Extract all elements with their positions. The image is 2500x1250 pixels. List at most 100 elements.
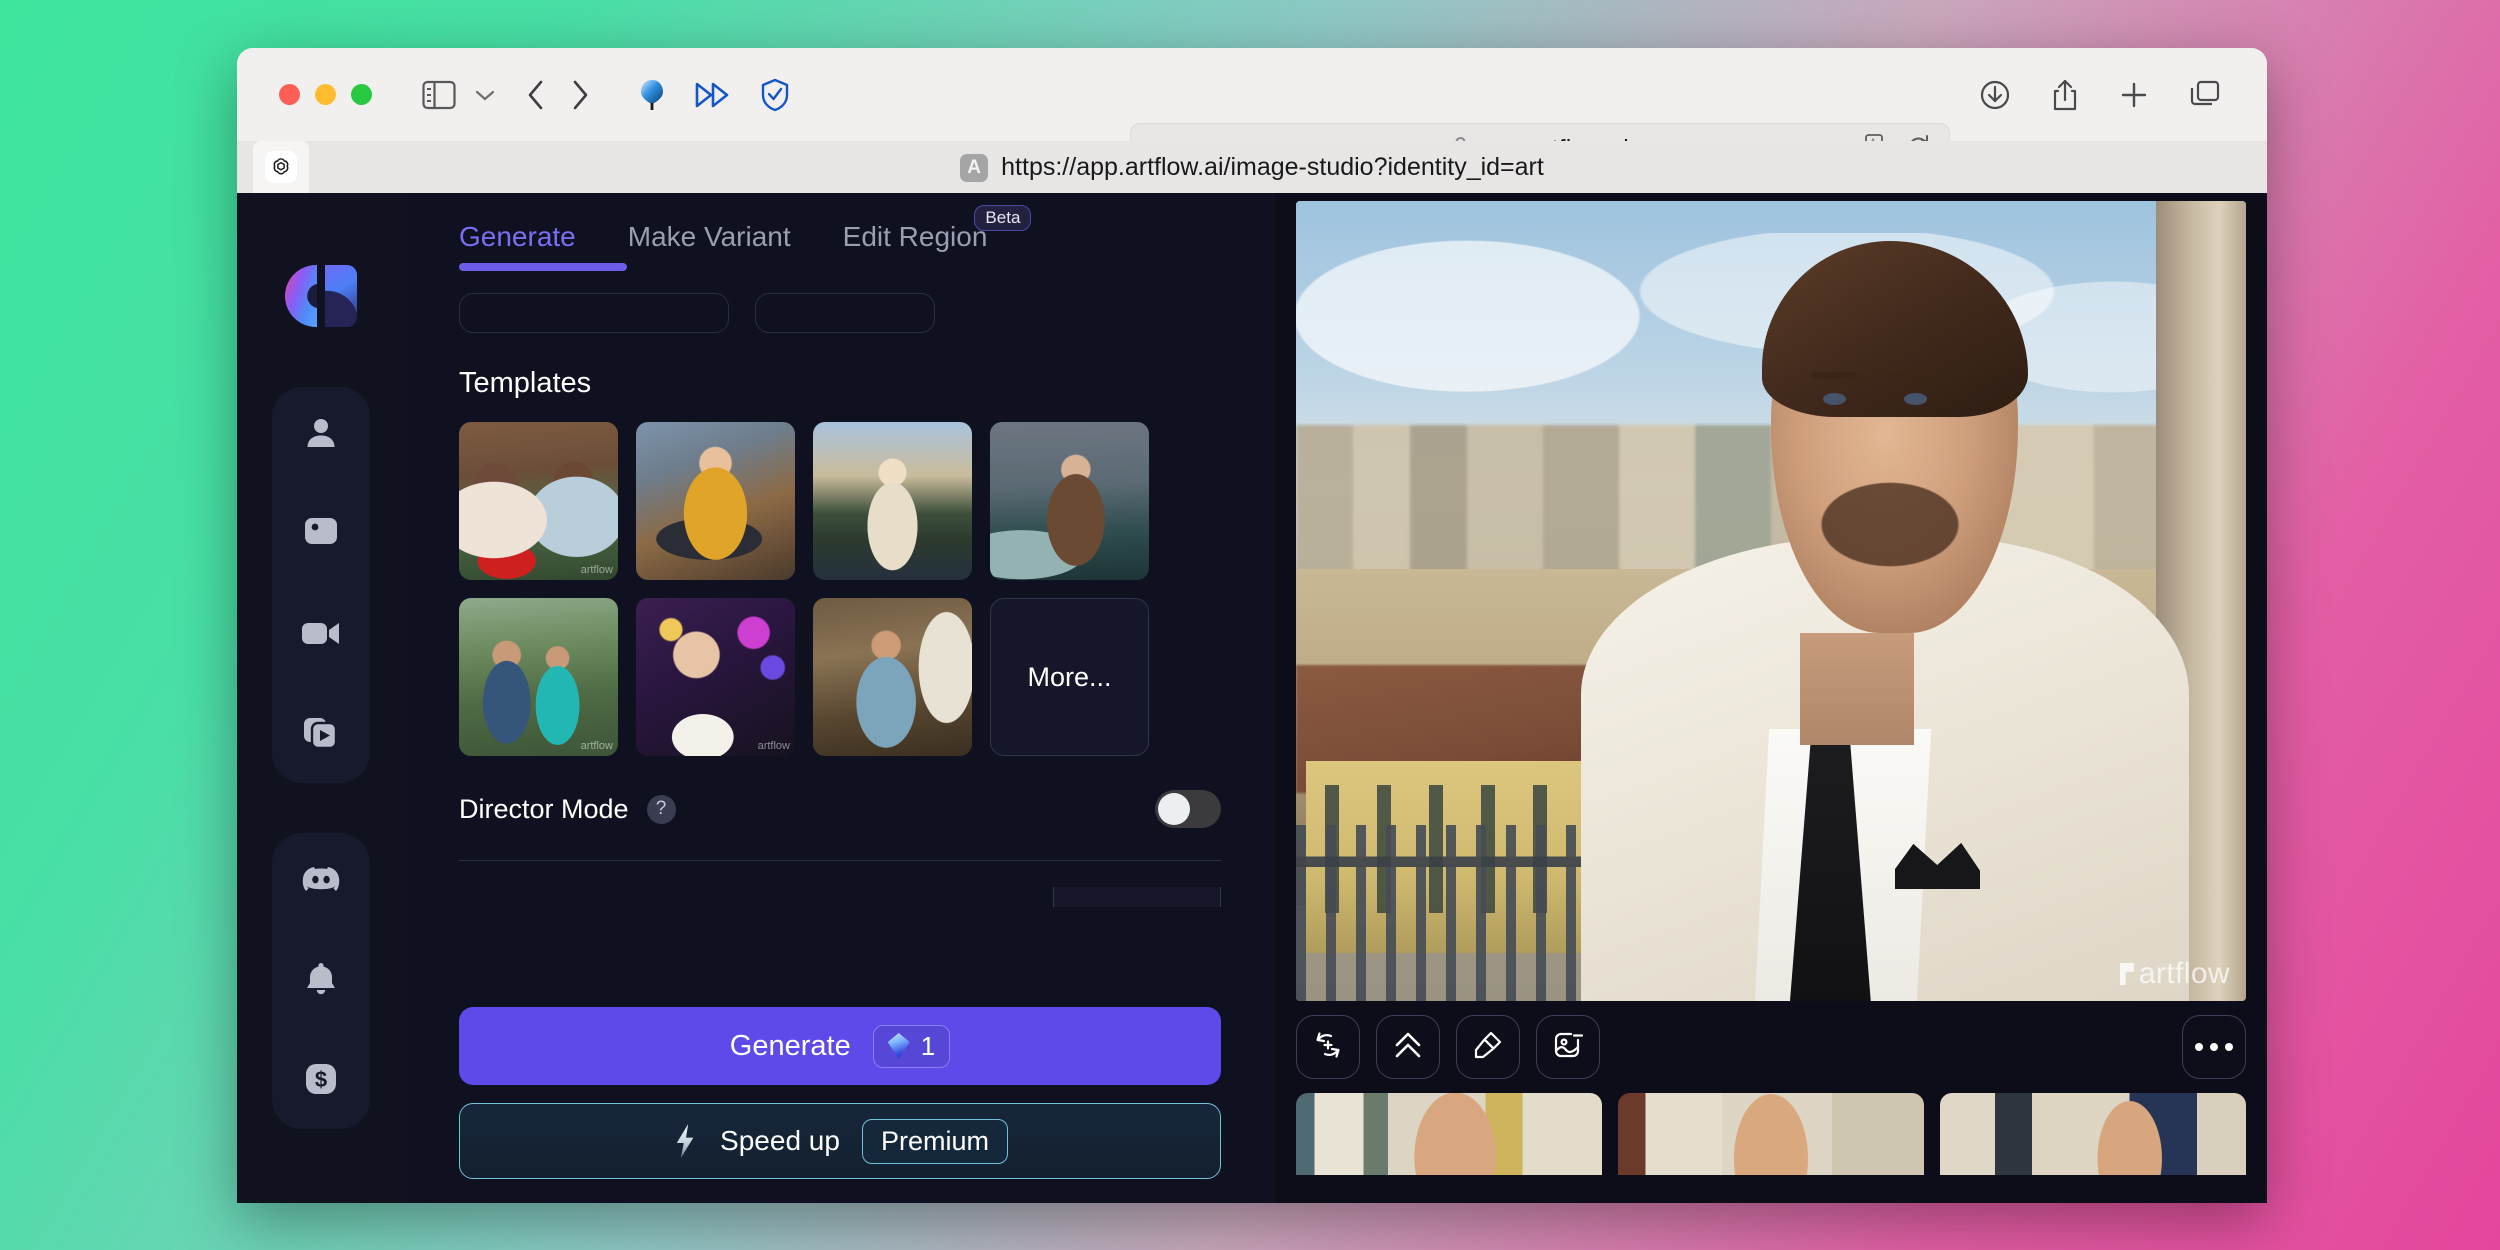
scrolled-field-primary[interactable] (459, 293, 729, 333)
speed-up-label: Speed up (720, 1125, 840, 1156)
obscured-control-row (459, 887, 1221, 907)
hero-watermark: artflow (2119, 957, 2230, 991)
artflow-logo[interactable] (285, 265, 357, 327)
image-minus-icon (1551, 1028, 1585, 1067)
status-url-bar: A https://app.artflow.ai/image-studio?id… (237, 153, 2267, 182)
generate-button[interactable]: Generate 1 (459, 1007, 1221, 1085)
maximize-window-button[interactable] (351, 84, 372, 105)
extension-icons (638, 78, 790, 112)
generation-panel: Generate Make Variant Edit Region Beta T… (405, 193, 1275, 1203)
person-icon (302, 414, 340, 457)
templates-more-button[interactable]: More... (990, 598, 1149, 756)
template-trench-coat-estate[interactable] (813, 422, 972, 580)
variant-thumbnail-3[interactable] (1940, 1093, 2246, 1175)
lightning-bolt-icon (676, 1124, 694, 1158)
image-toolbar (1296, 1015, 2246, 1079)
tab-edit-region-label: Edit Region (842, 221, 988, 252)
hero-right-eye (1904, 393, 1927, 405)
sidebar-secondary-group: $ (272, 833, 370, 1129)
hero-right-eyebrow (1890, 372, 1939, 380)
tab-make-variant-label: Make Variant (627, 221, 791, 252)
templates-heading: Templates (459, 367, 592, 399)
back-arrow-icon[interactable] (526, 79, 546, 111)
logo-left-half (285, 265, 317, 327)
template-artisan-workshop[interactable] (813, 598, 972, 756)
media-stack-icon (301, 714, 341, 757)
openai-favicon (265, 151, 297, 183)
obscured-control-pill[interactable] (1053, 887, 1221, 907)
beta-badge: Beta (974, 205, 1032, 231)
hero-watermark-text: artflow (2138, 957, 2230, 990)
variant-thumbnail-2[interactable] (1618, 1093, 1924, 1175)
speed-up-button[interactable]: Speed up Premium (459, 1103, 1221, 1179)
navigation-arrows (526, 79, 590, 111)
balloon-extension-icon[interactable] (638, 78, 666, 112)
double-chevron-up-icon (1391, 1028, 1425, 1067)
sidebar-item-video[interactable] (293, 607, 349, 663)
shield-check-extension-icon[interactable] (760, 78, 790, 112)
sidebar-item-discord[interactable] (293, 853, 349, 909)
preview-canvas: artflow (1275, 193, 2267, 1203)
more-options-button[interactable] (2182, 1015, 2246, 1079)
scrolled-field-secondary[interactable] (755, 293, 935, 333)
browser-tab[interactable] (253, 141, 309, 193)
template-celebration-champagne[interactable]: artflow (636, 598, 795, 756)
director-mode-label: Director Mode (459, 793, 629, 824)
download-icon[interactable] (1979, 79, 2011, 111)
sidebar-toggle-icon[interactable] (422, 80, 456, 110)
toolbar-right-icons (1979, 48, 2221, 141)
director-mode-row: Director Mode ? (459, 790, 1221, 828)
template-hiking-couple[interactable]: artflow (459, 598, 618, 756)
sidebar-item-images[interactable] (293, 507, 349, 563)
artflow-mark-icon (2119, 963, 2134, 985)
generated-portrait[interactable]: artflow (1296, 201, 2246, 1001)
template-viking-sea[interactable] (990, 422, 1149, 580)
tab-overview-icon[interactable] (2189, 80, 2221, 110)
bell-icon (304, 960, 338, 1003)
image-icon (301, 514, 341, 557)
hero-left-eye (1823, 393, 1847, 405)
remove-background-button[interactable] (1536, 1015, 1600, 1079)
discord-icon (301, 864, 341, 899)
tab-generate-label: Generate (459, 221, 576, 252)
minimize-window-button[interactable] (315, 84, 336, 105)
template-watermark: artflow (757, 740, 790, 752)
templates-grid: artflow artflow artflow More... (459, 422, 1221, 756)
hero-left-eyebrow (1810, 372, 1859, 380)
chevron-down-icon[interactable] (474, 88, 496, 102)
tab-make-variant[interactable]: Make Variant (602, 215, 817, 271)
plus-icon[interactable] (2119, 80, 2149, 110)
close-window-button[interactable] (279, 84, 300, 105)
variants-filmstrip (1296, 1093, 2246, 1175)
template-action-hero[interactable] (636, 422, 795, 580)
retouch-button[interactable] (1456, 1015, 1520, 1079)
share-icon[interactable] (2051, 78, 2079, 112)
sidebar-item-notifications[interactable] (293, 953, 349, 1009)
toggle-knob (1158, 793, 1190, 825)
upscale-button[interactable] (1376, 1015, 1440, 1079)
forward-arrow-icon[interactable] (570, 79, 590, 111)
site-badge: A (960, 153, 989, 182)
tab-generate[interactable]: Generate (433, 215, 627, 271)
tab-edit-region[interactable]: Edit Region Beta (817, 205, 1032, 271)
variant-thumbnail-1[interactable] (1296, 1093, 1602, 1175)
make-variant-button[interactable] (1296, 1015, 1360, 1079)
fast-forward-extension-icon[interactable] (694, 80, 732, 110)
paint-brush-icon (1471, 1028, 1505, 1067)
panel-divider (459, 860, 1221, 861)
gem-icon (887, 1033, 910, 1059)
logo-right-half (325, 265, 357, 327)
window-controls (279, 84, 372, 105)
video-camera-icon (300, 618, 342, 653)
premium-badge: Premium (861, 1118, 1008, 1164)
generate-button-label: Generate (729, 1029, 851, 1062)
director-mode-toggle[interactable] (1155, 790, 1221, 828)
scrolled-controls-row (459, 293, 1221, 333)
sidebar-item-library[interactable] (293, 707, 349, 763)
sidebar-item-billing[interactable]: $ (293, 1053, 349, 1109)
question-mark-icon[interactable]: ? (646, 794, 676, 824)
template-gift-couple[interactable]: artflow (459, 422, 618, 580)
browser-window: app.artflow.ai A 文 (237, 48, 2267, 1203)
tab-strip: A https://app.artflow.ai/image-studio?id… (237, 141, 2267, 193)
sidebar-item-characters[interactable] (293, 407, 349, 463)
